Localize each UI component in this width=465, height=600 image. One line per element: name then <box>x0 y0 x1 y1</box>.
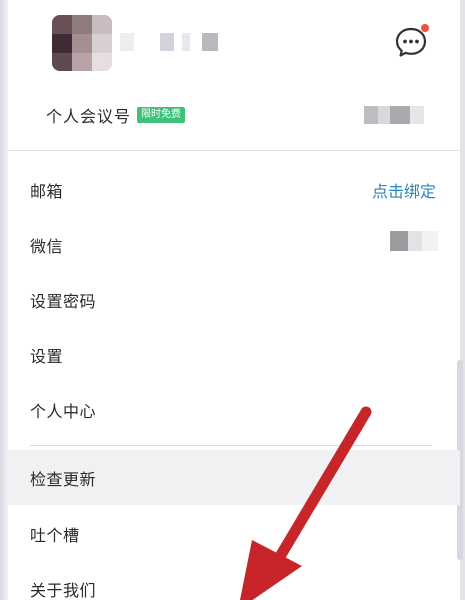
menu-section-divider <box>30 445 432 446</box>
avatar-pixel <box>92 15 112 34</box>
meeting-id-blurred <box>364 106 424 124</box>
blur-block <box>120 33 134 51</box>
about-label: 关于我们 <box>30 580 97 600</box>
header-divider <box>8 150 460 151</box>
avatar[interactable] <box>52 15 112 71</box>
blur-block <box>378 106 390 124</box>
blur-block <box>390 231 408 251</box>
bind-email-link[interactable]: 点击绑定 <box>372 178 436 202</box>
avatar-pixel <box>72 34 92 53</box>
menu-item-check-update[interactable]: 检查更新 <box>8 450 460 505</box>
notification-dot <box>421 24 429 32</box>
avatar-pixel <box>52 53 72 71</box>
window-left-edge <box>0 0 8 600</box>
set-password-label: 设置密码 <box>30 291 97 311</box>
feedback-label: 吐个槽 <box>30 525 80 545</box>
blur-block <box>422 231 438 251</box>
avatar-pixel <box>92 34 112 53</box>
menu-item-wechat[interactable]: 微信 <box>8 217 460 272</box>
free-badge: 限时免费 <box>137 107 186 123</box>
username-blurred <box>120 33 220 51</box>
wechat-label: 微信 <box>30 236 64 256</box>
mailbox-label: 邮箱 <box>30 181 64 201</box>
blur-block <box>408 231 422 251</box>
blur-block <box>160 33 174 51</box>
menu-item-about[interactable]: 关于我们 <box>8 561 460 600</box>
avatar-pixel <box>72 53 92 71</box>
avatar-pixel <box>92 53 112 71</box>
menu-item-set-password[interactable]: 设置密码 <box>8 272 460 327</box>
menu-item-mailbox[interactable]: 邮箱 点击绑定 <box>8 162 460 217</box>
personal-meeting-id-row: 个人会议号 限时免费 <box>46 103 446 127</box>
menu-item-personal-center[interactable]: 个人中心 <box>8 382 460 437</box>
blur-block <box>364 106 378 124</box>
menu-item-feedback[interactable]: 吐个槽 <box>8 506 460 561</box>
avatar-pixel <box>52 34 72 53</box>
blur-block <box>202 33 218 51</box>
avatar-pixel <box>72 15 92 34</box>
menu-item-settings[interactable]: 设置 <box>8 327 460 382</box>
avatar-pixel <box>52 15 72 34</box>
check-update-label: 检查更新 <box>30 469 97 489</box>
profile-header: 个人会议号 限时免费 <box>8 0 460 150</box>
account-menu-panel: 个人会议号 限时免费 邮箱 点击绑定 微信 设置密码 设置 个人中心 检查更新 … <box>0 0 465 600</box>
wechat-account-blurred <box>390 231 440 251</box>
blur-block <box>410 106 424 124</box>
meeting-id-label: 个人会议号 <box>46 107 132 126</box>
settings-label: 设置 <box>30 346 64 366</box>
personal-center-label: 个人中心 <box>30 401 97 421</box>
messages-button[interactable] <box>393 24 429 60</box>
blur-block <box>182 33 190 51</box>
blur-block <box>390 106 410 124</box>
